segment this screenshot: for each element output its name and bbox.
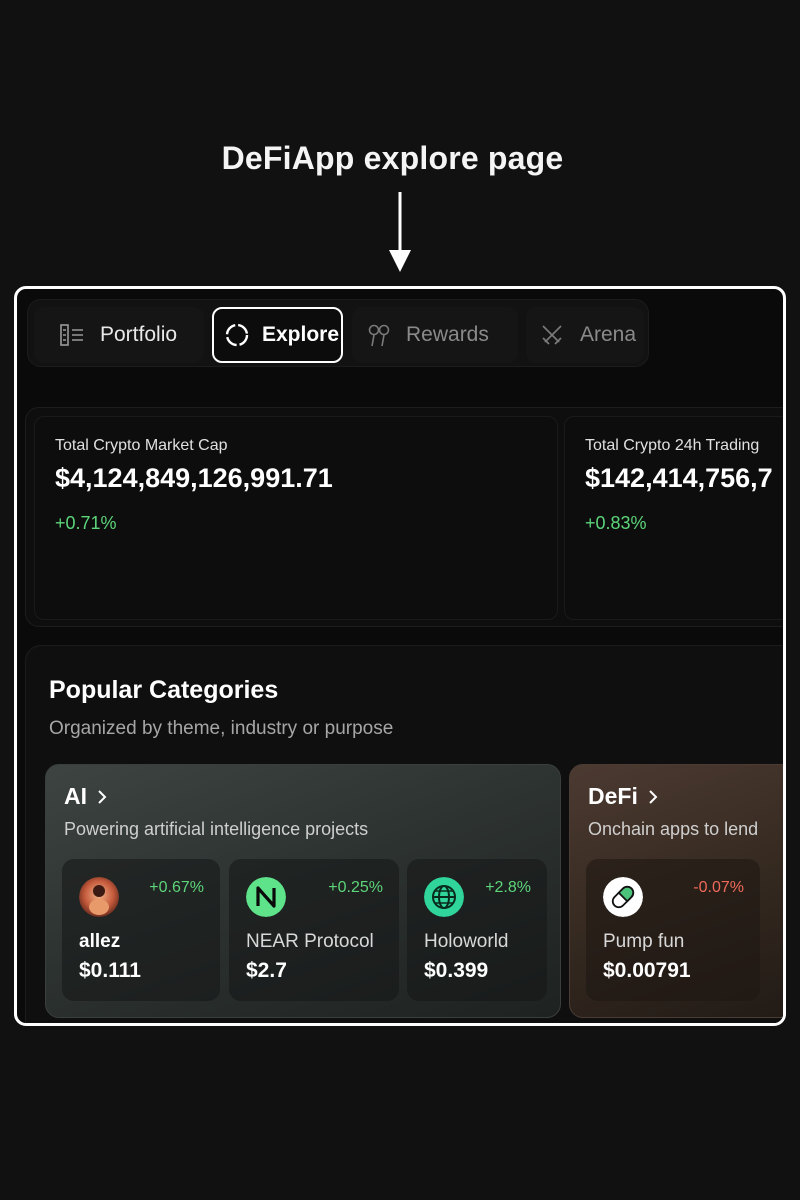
arena-swords-icon — [542, 325, 562, 345]
category-title[interactable]: AI — [64, 783, 107, 810]
tab-explore-label: Explore — [262, 323, 340, 346]
token-card-holoworld[interactable]: +2.8% Holoworld $0.399 — [407, 859, 547, 1001]
token-card-near[interactable]: +0.25% NEAR Protocol $2.7 — [229, 859, 399, 1001]
token-name: NEAR Protocol — [246, 931, 374, 952]
token-name: Holoworld — [424, 931, 509, 952]
tab-portfolio[interactable]: Portfolio — [34, 307, 204, 363]
pump-fun-pill-icon — [603, 877, 643, 917]
category-name: AI — [64, 783, 87, 809]
category-name: DeFi — [588, 783, 638, 809]
tab-rewards-label: Rewards — [406, 323, 489, 346]
page-caption: DeFiApp explore page — [221, 140, 564, 176]
stat-label: Total Crypto Market Cap — [55, 437, 228, 454]
tab-arena[interactable]: Arena — [526, 307, 644, 363]
chevron-right-icon — [649, 789, 658, 804]
token-price: $0.399 — [424, 959, 489, 982]
holoworld-logo-icon — [424, 877, 464, 917]
token-change: +0.25% — [328, 879, 383, 896]
popular-categories: Popular Categories Organized by theme, i… — [25, 645, 783, 1023]
section-subtitle: Organized by theme, industry or purpose — [49, 718, 394, 739]
stat-label: Total Crypto 24h Trading — [585, 437, 760, 454]
category-description: Powering artificial intelligence project… — [64, 819, 369, 839]
section-title: Popular Categories — [49, 676, 279, 704]
arrow-down-icon — [389, 192, 411, 272]
tab-rewards[interactable]: Rewards — [352, 307, 518, 363]
tab-explore[interactable]: Explore — [212, 307, 343, 363]
token-change: -0.07% — [693, 879, 744, 896]
portfolio-list-icon — [60, 324, 83, 346]
tab-arena-label: Arena — [580, 323, 637, 346]
top-nav: Portfolio Explore Rewards Arena — [27, 299, 649, 367]
category-title[interactable]: DeFi — [588, 783, 658, 810]
tab-portfolio-label: Portfolio — [100, 323, 178, 346]
allez-avatar-icon — [79, 877, 119, 917]
stat-change: +0.83% — [585, 513, 647, 533]
explore-compass-icon — [225, 323, 249, 347]
category-card-ai[interactable]: AI Powering artificial intelligence proj… — [45, 764, 561, 1018]
explore-screen: Portfolio Explore Rewards Arena Total Cr… — [14, 286, 786, 1026]
stat-card-24h-volume[interactable]: Total Crypto 24h Trading $142,414,756,7 … — [564, 416, 783, 620]
token-price: $2.7 — [246, 959, 287, 982]
market-stats: Total Crypto Market Cap $4,124,849,126,9… — [25, 407, 783, 627]
token-price: $0.111 — [79, 959, 141, 982]
token-card-allez[interactable]: +0.67% allez $0.111 — [62, 859, 220, 1001]
stat-change: +0.71% — [55, 513, 117, 533]
token-name: allez — [79, 931, 121, 952]
token-name: Pump fun — [603, 931, 685, 952]
chevron-right-icon — [98, 789, 107, 804]
stat-value: $4,124,849,126,991.71 — [55, 463, 333, 493]
category-description: Onchain apps to lend — [588, 819, 759, 839]
stat-value: $142,414,756,7 — [585, 463, 773, 493]
category-card-defi[interactable]: DeFi Onchain apps to lend -0.07% Pump fu… — [569, 764, 783, 1018]
rewards-icon — [368, 324, 390, 347]
near-logo-icon — [246, 877, 286, 917]
token-change: +2.8% — [485, 879, 531, 896]
token-price: $0.00791 — [603, 959, 691, 982]
token-change: +0.67% — [149, 879, 204, 896]
token-card-pump-fun[interactable]: -0.07% Pump fun $0.00791 — [586, 859, 760, 1001]
stat-card-market-cap[interactable]: Total Crypto Market Cap $4,124,849,126,9… — [34, 416, 558, 620]
